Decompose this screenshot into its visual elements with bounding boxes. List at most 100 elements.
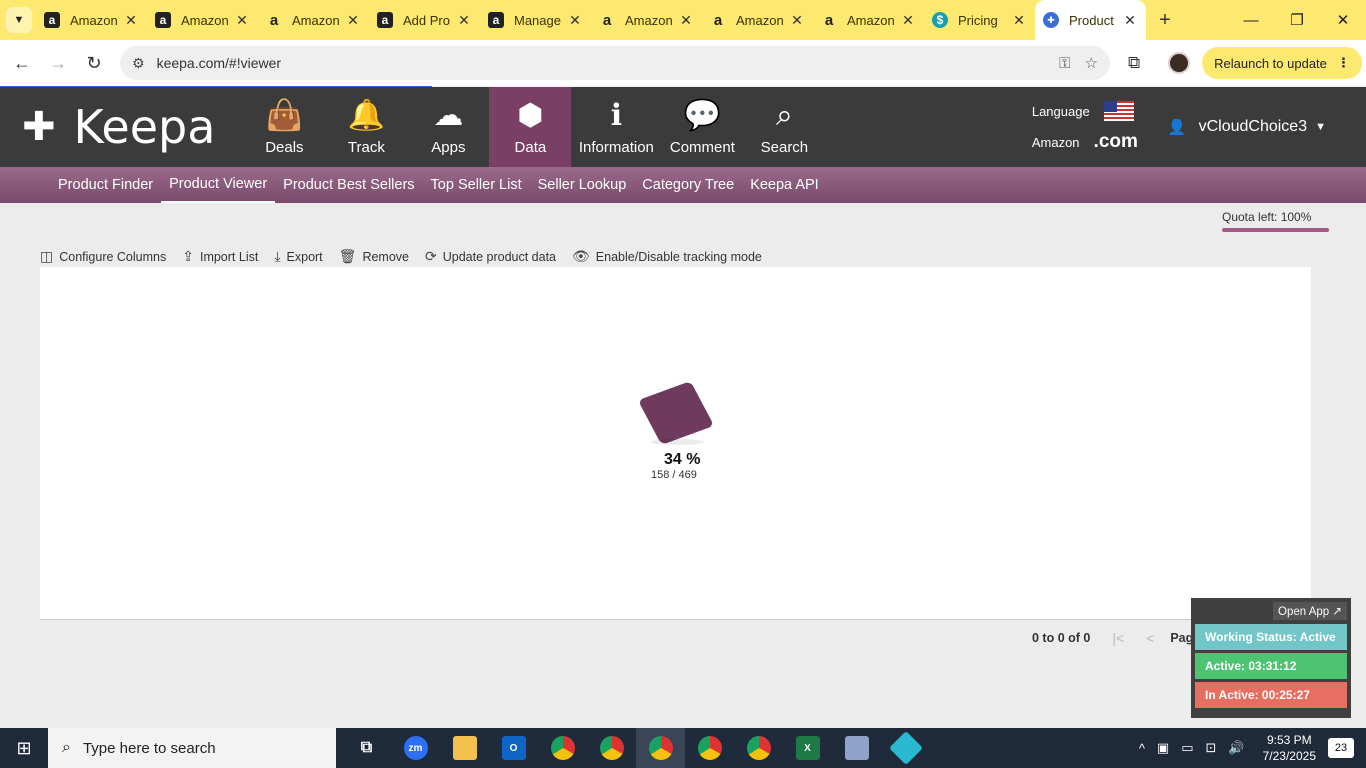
volume-icon[interactable]: 🔊 [1228,740,1244,756]
notification-badge[interactable]: 23 [1328,738,1354,758]
back-button[interactable]: ← [4,53,40,74]
close-icon[interactable]: ✕ [345,12,361,29]
outlook-app[interactable]: O [489,728,538,768]
clock[interactable]: 9:53 PM 7/23/2025 [1263,732,1316,764]
trash-icon: 🗑 [338,248,357,264]
browser-tab-active[interactable]: ✚ Product ✕ [1035,0,1146,40]
browser-tab[interactable]: a Add Pro ✕ [369,0,480,40]
close-icon[interactable]: ✕ [789,12,805,29]
avatar[interactable] [1168,52,1191,74]
zoom-app[interactable]: zm [391,728,440,768]
configure-columns-button[interactable]: ◫ Configure Columns [40,248,166,265]
amazon-icon: a [377,12,393,28]
amazon-icon: a [713,11,723,29]
close-icon[interactable]: ✕ [123,12,139,29]
active-time: Active: 03:31:12 [1195,653,1347,679]
tracking-mode-button[interactable]: 👁 Enable/Disable tracking mode [572,248,762,265]
site-settings-icon[interactable]: ⚙ [132,55,145,72]
import-list-button[interactable]: ⇪ Import List [182,248,258,265]
nav-information[interactable]: ℹ Information [571,87,661,167]
language-selector[interactable]: Language [1032,101,1138,121]
subnav-product-finder[interactable]: Product Finder [50,167,161,203]
meet-icon[interactable]: ▣ [1157,740,1169,756]
url-text[interactable]: keepa.com/#!viewer [157,55,1046,71]
browser-tab[interactable]: $ Pricing ✕ [924,0,1035,40]
tool-label: Enable/Disable tracking mode [595,249,762,264]
first-page-icon[interactable]: |< [1112,630,1124,646]
subnav-top-seller-list[interactable]: Top Seller List [423,167,530,203]
close-icon[interactable]: ✕ [456,12,472,29]
subnav-product-viewer[interactable]: Product Viewer [161,167,276,203]
minimize-icon[interactable]: — [1228,0,1274,40]
chevron-up-icon[interactable]: ^ [1139,741,1145,756]
restore-icon[interactable]: ❐ [1274,0,1320,40]
subnav-product-best-sellers[interactable]: Product Best Sellers [275,167,422,203]
nav-label: Track [347,138,385,156]
nav-apps[interactable]: ☁ Apps [407,87,489,167]
close-icon[interactable]: ✕ [678,12,694,29]
close-icon[interactable]: ✕ [567,12,583,29]
remove-button[interactable]: 🗑 Remove [339,248,409,265]
browser-tab[interactable]: a Amazon ✕ [813,0,924,40]
nav-track[interactable]: 🔔 Track [325,87,407,167]
close-window-icon[interactable]: ✕ [1320,0,1366,40]
diamond-app[interactable] [881,728,930,768]
chrome-app[interactable] [538,728,587,768]
subnav-category-tree[interactable]: Category Tree [634,167,742,203]
export-button[interactable]: ⤓ Export [274,248,322,265]
browser-tab[interactable]: a Amazon ✕ [36,0,147,40]
browser-tab[interactable]: a Amazon ✕ [147,0,258,40]
tab-search-button[interactable]: ▼ [6,7,32,33]
close-icon[interactable]: ✕ [234,12,250,29]
reload-button[interactable]: ↻ [76,53,112,74]
upload-icon: ⇪ [182,248,194,264]
close-icon[interactable]: ✕ [1122,12,1138,29]
chrome-app[interactable] [734,728,783,768]
browser-tab[interactable]: a Manage ✕ [480,0,591,40]
task-view-button[interactable]: ⧉ [342,728,391,768]
open-app-button[interactable]: Open App ↗ [1273,602,1347,620]
browser-tab[interactable]: a Amazon ✕ [258,0,369,40]
relaunch-button[interactable]: Relaunch to update ⋮ [1202,47,1362,79]
taskbar-search[interactable]: ⌕ Type here to search [48,728,336,768]
excel-app[interactable]: X [783,728,832,768]
update-product-data-button[interactable]: ⟳ Update product data [425,248,556,265]
browser-tab[interactable]: a Amazon ✕ [591,0,702,40]
user-menu[interactable]: 👤 vCloudChoice3 ▼ [1168,118,1326,136]
nav-deals[interactable]: 👜 Deals [243,87,325,167]
keepa-header: ✚ Keepa 👜 Deals 🔔 Track ☁ Apps ⬢ Data ℹ Infor… [0,87,1366,167]
network-icon[interactable]: ⊡ [1206,740,1217,756]
info-icon: ℹ [610,98,623,132]
calculator-app[interactable] [832,728,881,768]
forward-button[interactable]: → [40,53,76,74]
nav-data[interactable]: ⬢ Data [489,87,572,167]
chrome-app-active[interactable] [636,728,685,768]
browser-tab[interactable]: a Amazon ✕ [702,0,813,40]
battery-icon[interactable]: ▭ [1181,740,1193,756]
chrome-icon [697,736,722,760]
windows-start-icon[interactable]: ⊞ [0,738,48,759]
file-explorer-app[interactable] [440,728,489,768]
search-placeholder: Type here to search [82,739,216,757]
omnibox[interactable]: ⚙ keepa.com/#!viewer ⚿ ☆ [120,46,1110,80]
domain-selector[interactable]: Amazon .com [1032,131,1138,153]
nav-label: Apps [431,138,466,156]
clock-date: 7/23/2025 [1262,749,1316,763]
subnav-seller-lookup[interactable]: Seller Lookup [530,167,635,203]
chrome-app[interactable] [685,728,734,768]
extensions-icon[interactable]: ⧉ [1128,53,1140,73]
nav-search[interactable]: ⌕ Search [743,87,825,167]
tab-title: Amazon [70,12,118,28]
chrome-app[interactable] [587,728,636,768]
windows-taskbar: ⊞ ⌕ Type here to search ⧉ zm O X ^ ▣ ▭ ⊡… [0,728,1366,768]
key-icon[interactable]: ⚿ [1059,55,1070,72]
prev-page-icon[interactable]: < [1146,630,1154,646]
subnav-keepa-api[interactable]: Keepa API [742,167,827,203]
new-tab-button[interactable]: + [1150,9,1180,32]
keepa-logo[interactable]: ✚ Keepa [22,100,215,154]
close-icon[interactable]: ✕ [900,12,916,29]
star-icon[interactable]: ☆ [1085,54,1098,72]
nav-comment[interactable]: 💬 Comment [661,87,743,167]
tool-label: Import List [199,249,259,264]
close-icon[interactable]: ✕ [1011,12,1027,29]
